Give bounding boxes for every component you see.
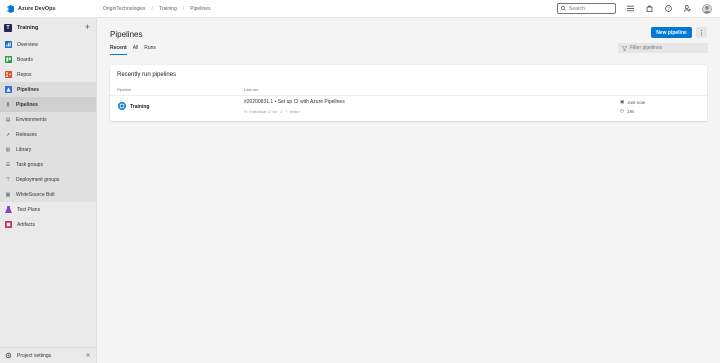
brand-name: Azure DevOps bbox=[18, 5, 56, 12]
deployment-groups-icon: ⊤ bbox=[5, 176, 11, 183]
sidebar-item-label: Deployment groups bbox=[16, 176, 60, 183]
artifacts-icon bbox=[5, 221, 12, 228]
breadcrumb-separator: / bbox=[182, 5, 185, 12]
gear-icon bbox=[5, 352, 12, 359]
search-input[interactable]: Search bbox=[557, 3, 616, 14]
svg-text:?: ? bbox=[667, 6, 670, 11]
filter-icon bbox=[622, 45, 627, 51]
project-badge: T bbox=[4, 23, 12, 32]
card-title: Recently run pipelines bbox=[117, 72, 177, 78]
sidebar-item-overview[interactable]: Overview bbox=[0, 37, 96, 52]
run-meta: ⟲ Individual CI for ☺ ᚹ tests+ bbox=[244, 109, 300, 114]
sidebar: T Training + Overview Boards Repos Pipel… bbox=[0, 18, 97, 363]
brand[interactable]: Azure DevOps bbox=[0, 4, 97, 13]
sidebar-subitem-releases[interactable]: ➚ Releases bbox=[0, 127, 96, 142]
clock-icon: ◷ bbox=[620, 108, 624, 113]
sidebar-item-boards[interactable]: Boards bbox=[0, 52, 96, 67]
user-settings-icon[interactable] bbox=[683, 4, 692, 13]
breadcrumb-org[interactable]: OriginTechnologies bbox=[103, 6, 146, 12]
help-icon[interactable]: ? bbox=[664, 4, 673, 13]
environments-icon: ▤ bbox=[5, 116, 11, 123]
recent-pipelines-card: Recently run pipelines Pipeline Last run… bbox=[110, 65, 707, 121]
breadcrumb-page[interactable]: Pipelines bbox=[190, 6, 210, 12]
pipeline-status-icon bbox=[118, 102, 126, 110]
tab-recent[interactable]: Recent bbox=[110, 45, 127, 55]
run-branch: tests+ bbox=[289, 109, 301, 114]
repos-icon bbox=[5, 71, 12, 78]
filter-pipelines-input[interactable]: Filter pipelines bbox=[618, 43, 708, 53]
sidebar-item-pipelines[interactable]: Pipelines bbox=[0, 82, 96, 97]
filter-placeholder: Filter pipelines bbox=[630, 45, 663, 51]
page-title: Pipelines bbox=[110, 30, 143, 39]
run-trigger: Individual CI for bbox=[249, 109, 278, 114]
collapse-sidebar-icon[interactable]: « bbox=[86, 352, 90, 359]
project-header[interactable]: T Training + bbox=[0, 18, 96, 37]
run-duration: 19s bbox=[626, 108, 635, 114]
avatar[interactable] bbox=[702, 3, 712, 14]
sidebar-subitem-pipelines[interactable]: ⟫ Pipelines bbox=[0, 97, 96, 112]
task-groups-icon: ☰ bbox=[5, 161, 11, 168]
sidebar-subitem-whitesource-bolt[interactable]: ▦ WhiteSource Bolt bbox=[0, 187, 96, 202]
more-options-button[interactable]: ⋮ bbox=[696, 27, 707, 38]
sidebar-item-project-settings[interactable]: Project settings « bbox=[0, 347, 96, 363]
sidebar-item-repos[interactable]: Repos bbox=[0, 67, 96, 82]
column-header-last-run: Last run bbox=[244, 87, 259, 92]
sidebar-item-label: WhiteSource Bolt bbox=[16, 191, 55, 198]
main-content: Pipelines New pipeline ⋮ Recent All Runs… bbox=[98, 18, 720, 363]
sidebar-item-label: Pipelines bbox=[16, 101, 38, 108]
releases-icon: ➚ bbox=[5, 131, 11, 138]
run-title-link[interactable]: #20200831.1 • Set up CI with Azure Pipel… bbox=[244, 99, 345, 105]
sidebar-item-label: Task groups bbox=[16, 161, 43, 168]
run-timestamp: Just now bbox=[627, 99, 646, 105]
boards-icon bbox=[5, 56, 12, 63]
sidebar-subitem-environments[interactable]: ▤ Environments bbox=[0, 112, 96, 127]
pipelines-icon bbox=[5, 86, 12, 93]
pipeline-name-link[interactable]: Training bbox=[130, 104, 149, 110]
sidebar-item-label: Boards bbox=[17, 56, 33, 63]
run-time: ▣ Just now ◷ 19s bbox=[620, 99, 645, 114]
branch-icon: ᚹ bbox=[285, 109, 288, 114]
trigger-icon: ⟲ bbox=[244, 109, 248, 114]
search-placeholder: Search bbox=[569, 5, 585, 12]
user-avatar-icon: ☺ bbox=[279, 109, 284, 114]
pipelines-sub-icon: ⟫ bbox=[6, 101, 10, 108]
sidebar-item-label: Overview bbox=[17, 41, 38, 48]
project-name: Training bbox=[17, 24, 39, 31]
tab-all[interactable]: All bbox=[133, 45, 139, 55]
library-icon: ▥ bbox=[5, 146, 11, 153]
search-icon bbox=[561, 6, 566, 11]
sidebar-subitem-deployment-groups[interactable]: ⊤ Deployment groups bbox=[0, 172, 96, 187]
sidebar-item-label: Pipelines bbox=[17, 86, 39, 93]
sidebar-item-label: Repos bbox=[17, 71, 32, 78]
sidebar-item-label: Artifacts bbox=[17, 221, 36, 228]
sidebar-subitem-library[interactable]: ▥ Library bbox=[0, 142, 96, 157]
overview-icon bbox=[5, 41, 12, 48]
add-icon[interactable]: + bbox=[85, 23, 90, 32]
project-settings-label: Project settings bbox=[17, 352, 52, 359]
breadcrumb-project[interactable]: Training bbox=[159, 6, 177, 12]
sidebar-item-label: Test Plans bbox=[17, 206, 41, 213]
divider bbox=[110, 95, 707, 96]
sidebar-item-artifacts[interactable]: Artifacts bbox=[0, 217, 96, 232]
sidebar-item-test-plans[interactable]: Test Plans bbox=[0, 202, 96, 217]
breadcrumb: OriginTechnologies / Training / Pipeline… bbox=[97, 6, 211, 12]
column-header-pipeline: Pipeline bbox=[117, 87, 132, 92]
test-plans-icon bbox=[5, 206, 12, 213]
azure-devops-logo-icon bbox=[6, 4, 14, 13]
sidebar-item-label: Library bbox=[16, 146, 32, 153]
calendar-icon: ▣ bbox=[620, 99, 625, 104]
new-pipeline-button[interactable]: New pipeline bbox=[651, 27, 692, 38]
sidebar-item-label: Releases bbox=[16, 131, 37, 138]
sidebar-subitem-task-groups[interactable]: ☰ Task groups bbox=[0, 157, 96, 172]
list-icon[interactable] bbox=[626, 4, 635, 13]
breadcrumb-separator: / bbox=[151, 5, 153, 12]
tab-bar: Recent All Runs bbox=[110, 45, 156, 55]
tab-runs[interactable]: Runs bbox=[144, 45, 156, 55]
sidebar-item-label: Environments bbox=[16, 116, 47, 123]
whitesource-bolt-icon: ▦ bbox=[5, 191, 11, 198]
top-bar: Azure DevOps OriginTechnologies / Traini… bbox=[0, 0, 720, 18]
bag-icon[interactable] bbox=[645, 4, 654, 13]
